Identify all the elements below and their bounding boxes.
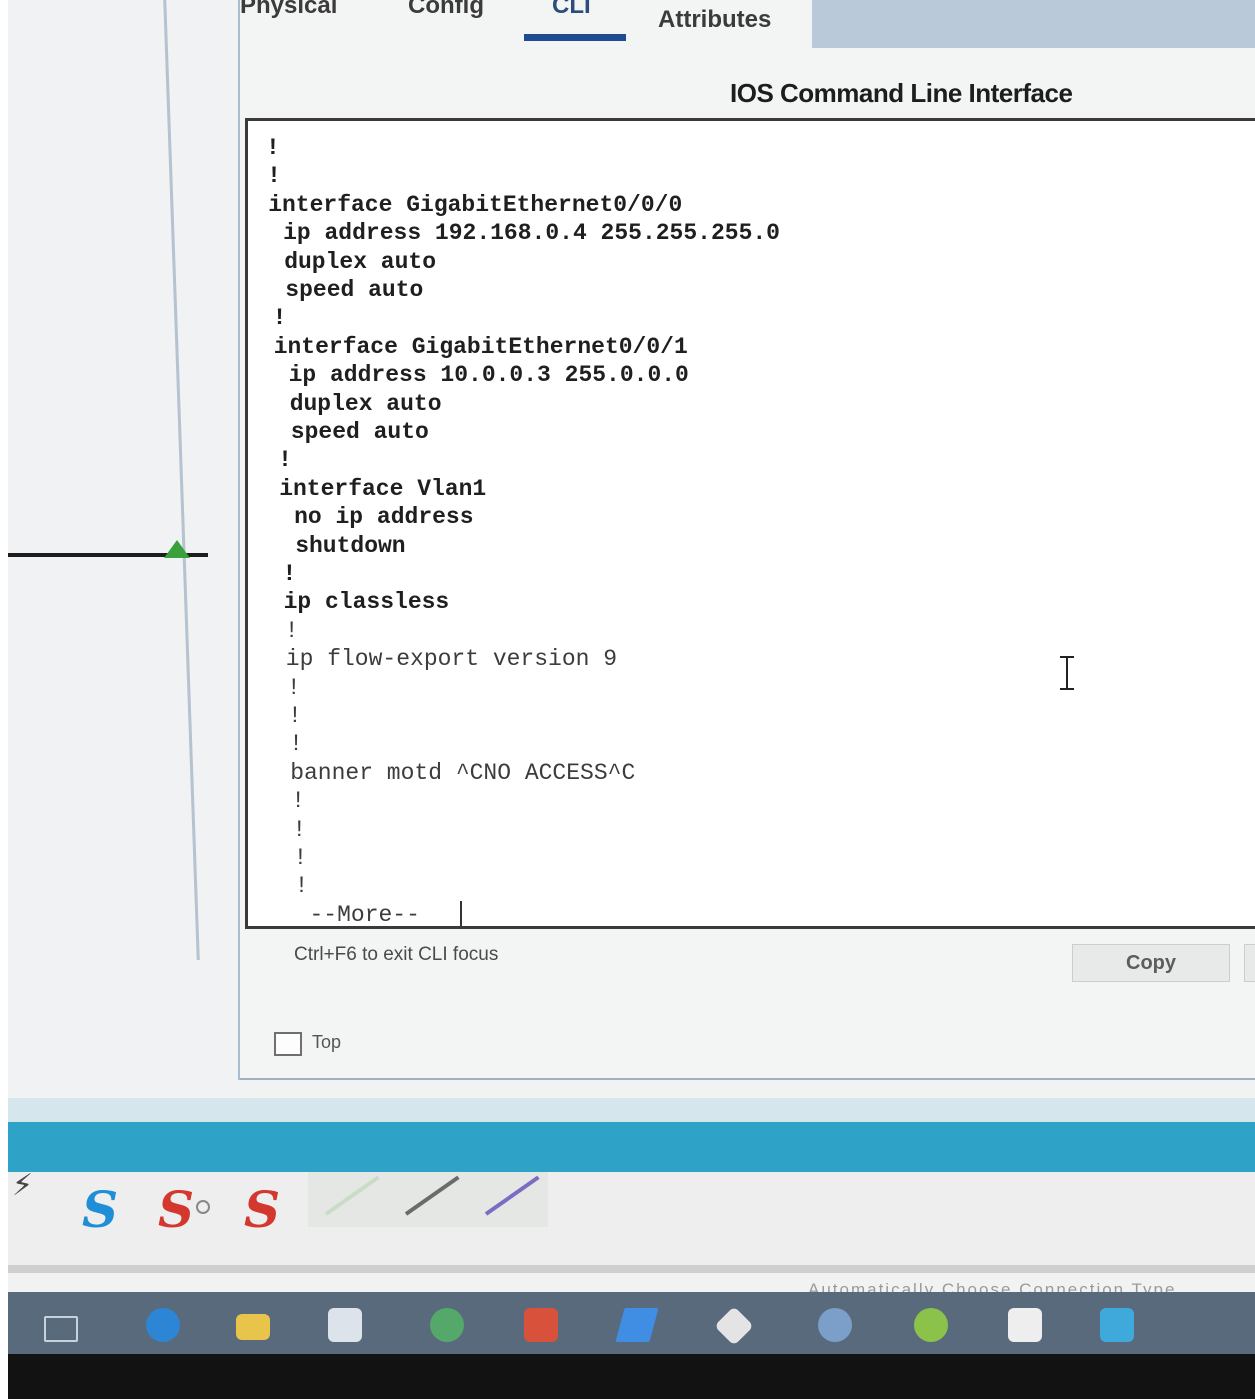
cli-line: shutdown — [281, 532, 406, 559]
cli-focus-hint: Ctrl+F6 to exit CLI focus — [294, 944, 499, 965]
more-prompt: --More-- — [295, 901, 434, 928]
cli-line: ! — [267, 163, 281, 190]
cable-badge-icon — [196, 1200, 210, 1214]
edge-browser-icon[interactable] — [146, 1308, 180, 1342]
cli-line: ip address 192.168.0.4 255.255.255.0 — [269, 220, 780, 247]
tab-attributes[interactable]: Attributes — [658, 2, 771, 38]
app-icon[interactable] — [818, 1308, 852, 1342]
link-status-indicator — [164, 540, 190, 558]
file-explorer-icon[interactable] — [236, 1314, 270, 1340]
store-icon[interactable] — [328, 1308, 362, 1342]
cli-line: ip classless — [283, 589, 450, 616]
screen: Physical Config CLI Attributes IOS Comma… — [8, 0, 1255, 1399]
cli-line: duplex auto — [275, 390, 442, 417]
cli-line: ! — [284, 617, 299, 644]
copy-button[interactable]: Copy — [1072, 944, 1230, 982]
cli-line: ! — [288, 703, 302, 729]
cli-line: duplex auto — [270, 248, 437, 275]
panel-scrollbar[interactable] — [8, 1265, 1255, 1273]
cli-line: interface Vlan1 — [279, 475, 487, 502]
app-icon-2[interactable] — [1100, 1308, 1134, 1342]
top-checkbox[interactable] — [274, 1032, 302, 1056]
screen-bezel — [8, 1354, 1255, 1399]
paste-button[interactable] — [1244, 944, 1255, 982]
copper-cross-cable-icon[interactable]: S — [244, 1180, 280, 1239]
workspace-border — [163, 0, 200, 960]
cli-line: ip flow-export version 9 — [285, 646, 618, 673]
tab-strip-filler — [812, 0, 1255, 48]
device-type-bar — [8, 1122, 1255, 1172]
cli-line: speed auto — [277, 419, 429, 445]
cli-line: ! — [292, 816, 307, 843]
powerpoint-icon[interactable] — [524, 1308, 558, 1342]
cli-line: ! — [266, 135, 280, 161]
cli-line: no ip address — [280, 504, 474, 531]
tab-config[interactable]: Config — [408, 0, 484, 24]
cli-line: speed auto — [271, 277, 424, 303]
cli-line: ! — [294, 873, 309, 900]
auto-connection-icon[interactable]: ⚡ — [12, 1168, 33, 1203]
cli-line: interface GigabitEthernet0/0/0 — [268, 191, 683, 218]
console-cable-icon[interactable]: S — [82, 1180, 118, 1239]
cli-line: ip address 10.0.0.3 255.0.0.0 — [274, 362, 689, 389]
connections-panel — [8, 1172, 1255, 1267]
cli-line: ! — [293, 845, 308, 871]
tab-strip: Physical Config CLI Attributes — [240, 0, 1255, 50]
input-caret — [460, 901, 462, 926]
tab-cli[interactable]: CLI — [552, 0, 591, 24]
device-dialog: Physical Config CLI Attributes IOS Comma… — [240, 0, 1255, 1080]
cli-line: ! — [272, 305, 287, 332]
packet-tracer-icon[interactable] — [430, 1308, 464, 1342]
task-view-icon[interactable] — [44, 1316, 78, 1342]
cli-line: ! — [291, 788, 306, 815]
cli-line: interface GigabitEthernet0/0/1 — [273, 333, 688, 360]
tab-physical[interactable]: Physical — [240, 0, 337, 24]
terminal-output: !! interface GigabitEthernet0/0/0 ip addr… — [248, 121, 1255, 926]
cli-line: ! — [289, 731, 303, 758]
top-checkbox-label: Top — [312, 1032, 342, 1052]
status-strip — [8, 1098, 1255, 1122]
cli-line: ! — [286, 674, 301, 701]
cli-line: ! — [278, 447, 292, 474]
cli-line: banner motd ^CNO ACCESS^C — [290, 759, 636, 786]
active-tab-indicator — [524, 34, 626, 41]
3d-viewer-icon[interactable] — [1008, 1308, 1042, 1342]
copper-straight-cable-icon[interactable]: S — [158, 1180, 194, 1239]
cli-line: ! — [282, 561, 297, 587]
topology-workspace[interactable] — [8, 0, 243, 1110]
text-cursor-icon — [1060, 656, 1074, 692]
chrome-icon[interactable] — [914, 1308, 948, 1342]
cli-terminal[interactable]: !! interface GigabitEthernet0/0/0 ip addr… — [245, 118, 1255, 929]
cli-title: IOS Command Line Interface — [730, 78, 1073, 108]
